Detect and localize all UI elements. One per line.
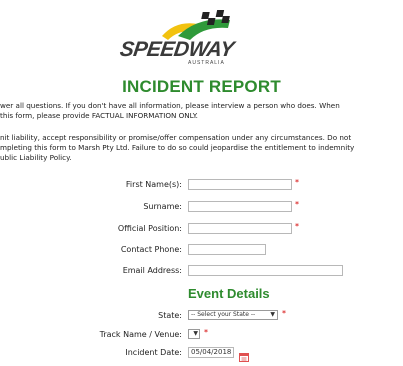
incident-date-field[interactable]: 05/04/2018: [188, 347, 234, 358]
surname-field[interactable]: [188, 201, 292, 212]
contact-phone-label: Contact Phone:: [120, 245, 182, 254]
incident-date-label: Incident Date:: [125, 348, 182, 357]
required-mark: *: [204, 328, 208, 337]
track-select[interactable]: ▼: [188, 329, 200, 339]
required-mark: *: [282, 309, 286, 318]
required-mark: *: [295, 222, 299, 231]
official-position-label: Official Position:: [117, 224, 182, 233]
state-select-value: -- Select your State --: [191, 311, 256, 318]
email-address-label: Email Address:: [122, 266, 182, 275]
official-position-field[interactable]: [188, 223, 292, 234]
state-select[interactable]: -- Select your State -- ▼: [188, 310, 278, 320]
intro-line: ublic Liability Policy.: [0, 153, 72, 162]
email-address-field[interactable]: [188, 265, 343, 276]
required-mark: *: [295, 200, 299, 209]
logo-wordmark: SPEEDWAY: [118, 38, 236, 61]
track-name-label: Track Name / Venue:: [99, 330, 182, 339]
page-title: INCIDENT REPORT: [122, 77, 281, 96]
required-mark: *: [295, 178, 299, 187]
first-name-label: First Name(s):: [125, 180, 182, 189]
state-label: State:: [158, 311, 182, 320]
intro-line: nit liability, accept responsibility or …: [0, 133, 352, 142]
contact-phone-field[interactable]: [188, 244, 266, 255]
speedway-logo: SPEEDWAY AUSTRALIA: [118, 6, 288, 66]
intro-line: mpleting this form to Marsh Pty Ltd. Fai…: [0, 143, 355, 152]
event-details-heading: Event Details: [188, 286, 270, 301]
first-name-field[interactable]: [188, 179, 292, 190]
intro-line: this form, please provide FACTUAL INFORM…: [0, 111, 198, 120]
calendar-icon[interactable]: [239, 347, 249, 362]
chevron-down-icon: ▼: [270, 311, 275, 318]
surname-label: Surname:: [143, 202, 182, 211]
chevron-down-icon: ▼: [193, 330, 198, 337]
logo-subtitle: AUSTRALIA: [188, 60, 225, 66]
intro-line: wer all questions. If you don't have all…: [0, 101, 340, 110]
